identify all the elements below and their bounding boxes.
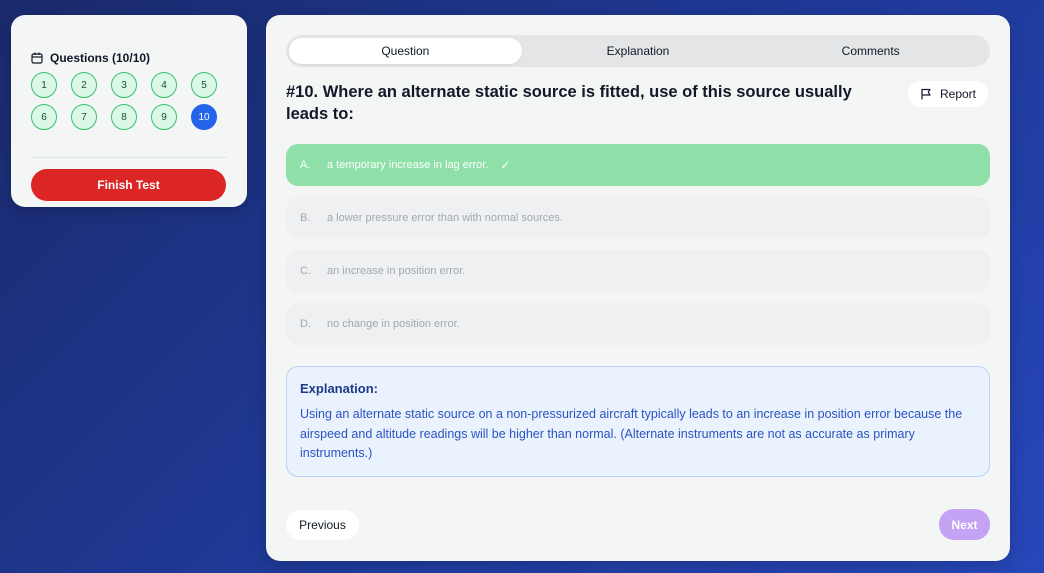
question-navigator-panel: Questions (10/10) 1 2 3 4 5 6 7 8 9 10 F… bbox=[11, 15, 247, 207]
option-letter: B. bbox=[300, 212, 311, 224]
answer-option-d[interactable]: D. no change in position error. bbox=[286, 303, 990, 345]
tab-comments[interactable]: Comments bbox=[754, 38, 987, 64]
explanation-box: Explanation: Using an alternate static s… bbox=[286, 366, 990, 477]
question-number-button[interactable]: 2 bbox=[71, 72, 97, 98]
answer-option-a[interactable]: A. a temporary increase in lag error. ✓ bbox=[286, 144, 990, 186]
option-letter: C. bbox=[300, 265, 311, 277]
current-question-button[interactable]: 10 bbox=[191, 104, 217, 130]
answer-options: A. a temporary increase in lag error. ✓ … bbox=[286, 144, 990, 356]
report-label: Report bbox=[939, 87, 977, 101]
question-number-button[interactable]: 7 bbox=[71, 104, 97, 130]
checkmark-icon: ✓ bbox=[500, 158, 511, 172]
question-number-button[interactable]: 3 bbox=[111, 72, 137, 98]
question-panel: Question Explanation Comments #10. Where… bbox=[266, 15, 1010, 561]
option-text: no change in position error. bbox=[327, 318, 460, 330]
question-number-button[interactable]: 8 bbox=[111, 104, 137, 130]
option-letter: A. bbox=[300, 159, 311, 171]
divider bbox=[31, 157, 227, 158]
question-number-button[interactable]: 4 bbox=[151, 72, 177, 98]
report-button[interactable]: Report bbox=[908, 81, 988, 107]
question-number-button[interactable]: 9 bbox=[151, 104, 177, 130]
calendar-icon bbox=[31, 52, 43, 64]
question-number-button[interactable]: 5 bbox=[191, 72, 217, 98]
tab-question[interactable]: Question bbox=[289, 38, 522, 64]
flag-icon bbox=[921, 88, 931, 100]
question-number-grid: 1 2 3 4 5 6 7 8 9 10 bbox=[31, 72, 217, 130]
option-text: a temporary increase in lag error. bbox=[327, 159, 489, 171]
option-text: an increase in position error. bbox=[327, 265, 466, 277]
question-number-button[interactable]: 1 bbox=[31, 72, 57, 98]
previous-button[interactable]: Previous bbox=[286, 510, 359, 540]
questions-count-label: Questions (10/10) bbox=[50, 51, 151, 65]
tab-explanation[interactable]: Explanation bbox=[522, 38, 755, 64]
answer-option-c[interactable]: C. an increase in position error. bbox=[286, 250, 990, 292]
finish-test-button[interactable]: Finish Test bbox=[31, 169, 226, 201]
option-letter: D. bbox=[300, 318, 311, 330]
answer-option-b[interactable]: B. a lower pressure error than with norm… bbox=[286, 197, 990, 239]
questions-header: Questions (10/10) bbox=[31, 51, 150, 65]
question-number-button[interactable]: 6 bbox=[31, 104, 57, 130]
next-button[interactable]: Next bbox=[939, 509, 990, 540]
explanation-title: Explanation: bbox=[300, 381, 379, 396]
explanation-body: Using an alternate static source on a no… bbox=[300, 407, 963, 460]
question-title: #10. Where an alternate static source is… bbox=[286, 83, 852, 123]
tab-bar: Question Explanation Comments bbox=[286, 35, 990, 67]
option-text: a lower pressure error than with normal … bbox=[327, 212, 563, 224]
